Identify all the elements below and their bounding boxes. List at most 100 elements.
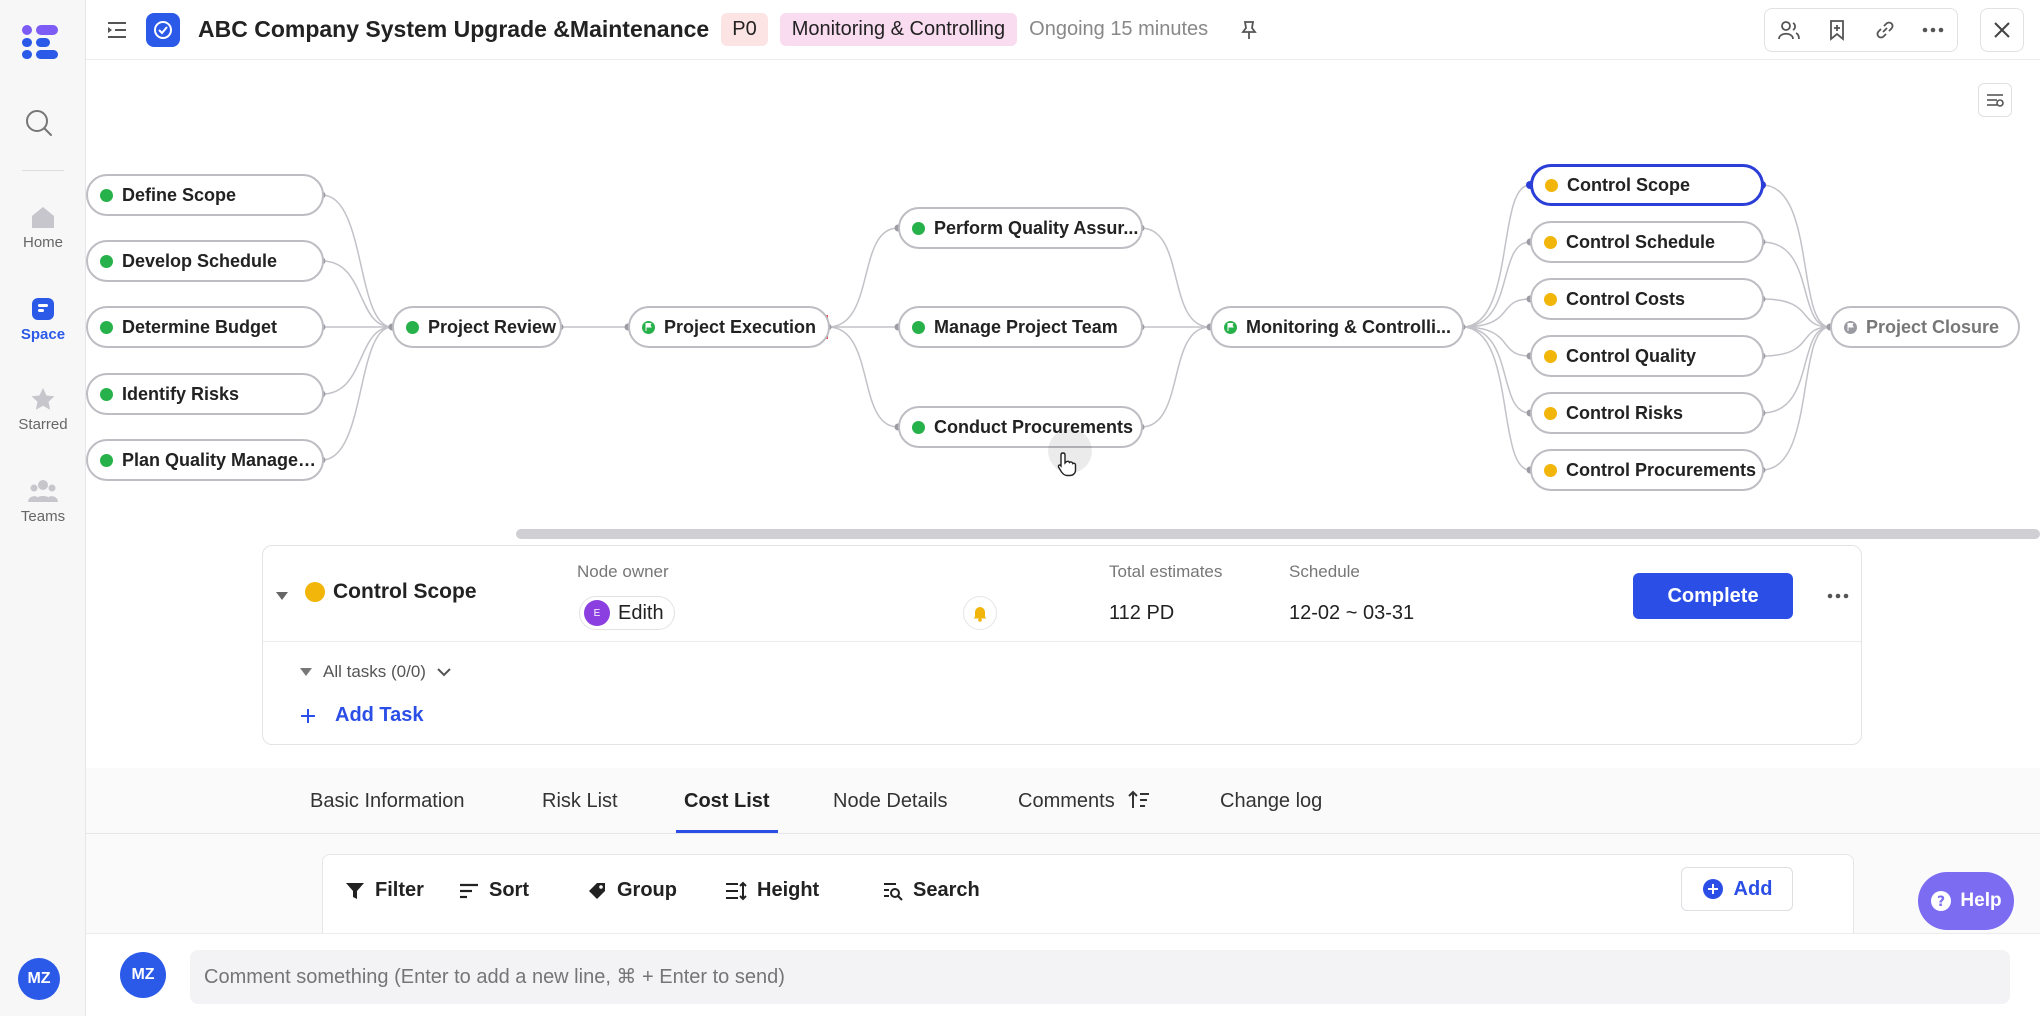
sidebar-item-label: Teams — [20, 508, 66, 525]
node-project-review[interactable]: Project Review — [392, 306, 562, 348]
node-perform-quality[interactable]: Perform Quality Assur... — [898, 207, 1143, 249]
search-button[interactable]: Search — [883, 879, 980, 902]
space-icon — [32, 298, 54, 320]
row-height-icon — [726, 881, 747, 900]
cost-list-toolbar: Filter Sort Group Height Search Add — [322, 854, 1854, 933]
node-control-procurements[interactable]: Control Procurements — [1530, 449, 1764, 491]
tab-node-details[interactable]: Node Details — [833, 790, 948, 813]
app-logo-icon[interactable] — [18, 22, 62, 62]
bell-icon — [973, 607, 987, 622]
node-control-costs[interactable]: Control Costs — [1530, 278, 1764, 320]
all-tasks-label: All tasks (0/0) — [323, 662, 426, 681]
sidebar-item-home[interactable]: Home — [0, 204, 86, 251]
members-icon — [1778, 21, 1800, 40]
add-cost-button[interactable]: Add — [1681, 867, 1793, 911]
close-button[interactable] — [1980, 8, 2024, 52]
node-project-execution[interactable]: Project Execution — [628, 306, 830, 348]
group-button[interactable]: Group — [587, 879, 677, 902]
view-settings-button[interactable] — [1978, 83, 2012, 117]
status-dot-icon — [1544, 292, 1557, 306]
project-check-icon — [146, 12, 180, 47]
filter-button[interactable]: Filter — [345, 879, 424, 902]
height-label: Height — [757, 879, 820, 901]
milestone-flag-icon — [1224, 320, 1237, 334]
milestone-flag-icon — [1844, 320, 1857, 334]
tab-risk-list[interactable]: Risk List — [542, 790, 618, 813]
help-label: Help — [1960, 890, 2002, 911]
copy-link-button[interactable] — [1861, 9, 1909, 51]
node-control-schedule[interactable]: Control Schedule — [1530, 221, 1764, 263]
node-summary-row: Control Scope Node owner E Edith Total e… — [263, 546, 1861, 642]
node-project-closure[interactable]: Project Closure — [1830, 306, 2020, 348]
add-task-label: Add Task — [335, 704, 424, 726]
help-button[interactable]: ? Help — [1918, 872, 2014, 930]
tab-comments-label: Comments — [1018, 790, 1115, 812]
comment-user-avatar: MZ — [120, 952, 166, 998]
owner-avatar: E — [584, 600, 610, 626]
node-control-scope[interactable]: Control Scope — [1530, 164, 1764, 206]
svg-text:?: ? — [1937, 894, 1945, 910]
node-develop-schedule[interactable]: Develop Schedule — [86, 240, 324, 282]
header-actions — [1764, 8, 1958, 52]
tab-change-log[interactable]: Change log — [1220, 790, 1322, 813]
sidebar-item-space[interactable]: Space — [0, 296, 86, 343]
teams-icon — [28, 480, 58, 502]
user-avatar[interactable]: MZ — [18, 958, 60, 1000]
settings-sliders-icon — [1987, 94, 2004, 107]
node-control-risks[interactable]: Control Risks — [1530, 392, 1764, 434]
group-label: Group — [617, 879, 677, 901]
tab-cost-list[interactable]: Cost List — [684, 790, 770, 813]
node-control-quality[interactable]: Control Quality — [1530, 335, 1764, 377]
filter-icon — [346, 882, 364, 899]
node-plan-quality[interactable]: Plan Quality Managem... — [86, 439, 324, 481]
sidebar-item-teams[interactable]: Teams — [0, 478, 86, 525]
pin-icon[interactable] — [1238, 19, 1260, 41]
sidebar-item-label: Starred — [18, 416, 68, 433]
priority-badge[interactable]: P0 — [721, 13, 768, 46]
reminder-button[interactable] — [963, 596, 997, 630]
sort-button[interactable]: Sort — [459, 879, 529, 902]
detail-tabs-section: Basic Information Risk List Cost List No… — [86, 768, 2040, 933]
help-icon: ? — [1931, 891, 1952, 911]
node-identify-risks[interactable]: Identify Risks — [86, 373, 324, 415]
status-dot-icon — [912, 221, 925, 235]
schedule-label: Schedule — [1289, 562, 1360, 581]
more-options-button[interactable] — [1909, 9, 1957, 51]
sidebar-divider — [22, 170, 64, 171]
owner-chip[interactable]: E Edith — [579, 596, 675, 630]
status-dot-icon — [912, 320, 925, 334]
node-monitoring-controlling[interactable]: Monitoring & Controlli... — [1210, 306, 1464, 348]
sidebar-item-label: Space — [20, 326, 66, 343]
tab-comments[interactable]: Comments — [1018, 790, 1150, 813]
collapse-sidebar-icon[interactable] — [104, 17, 130, 43]
node-status-dot-icon — [305, 582, 325, 602]
tab-basic-information[interactable]: Basic Information — [310, 790, 465, 813]
status-dot-icon — [1545, 178, 1558, 192]
schedule-value[interactable]: 12-02 ~ 03-31 — [1289, 602, 1414, 625]
node-determine-budget[interactable]: Determine Budget — [86, 306, 324, 348]
chevron-down-icon — [437, 668, 451, 677]
workflow-diagram[interactable]: Define Scope Develop Schedule Determine … — [86, 61, 2040, 541]
collapse-caret-icon[interactable] — [275, 590, 289, 602]
node-conduct-procurements[interactable]: Conduct Procurements — [898, 406, 1143, 448]
bookmark-button[interactable] — [1813, 9, 1861, 51]
phase-badge[interactable]: Monitoring & Controlling — [779, 13, 1018, 46]
add-task-button[interactable]: Add Task — [299, 704, 424, 727]
comment-input[interactable] — [190, 950, 2010, 1004]
node-detail-panel: Control Scope Node owner E Edith Total e… — [262, 545, 1862, 745]
node-manage-team[interactable]: Manage Project Team — [898, 306, 1143, 348]
node-more-button[interactable] — [1823, 584, 1853, 608]
members-button[interactable] — [1765, 9, 1813, 51]
diagram-horizontal-scrollbar[interactable] — [516, 529, 2040, 539]
comment-bar: MZ — [86, 933, 2040, 1016]
complete-button[interactable]: Complete — [1633, 573, 1793, 619]
row-height-button[interactable]: Height — [725, 879, 819, 902]
status-dot-icon — [1544, 406, 1557, 420]
all-tasks-toggle[interactable]: All tasks (0/0) — [299, 662, 452, 682]
sidebar-item-starred[interactable]: Starred — [0, 386, 86, 433]
node-define-scope[interactable]: Define Scope — [86, 174, 324, 216]
bookmark-icon — [1830, 20, 1844, 41]
status-dot-icon — [1544, 463, 1557, 477]
sort-order-icon[interactable] — [1128, 790, 1150, 810]
search-icon[interactable] — [24, 108, 54, 138]
